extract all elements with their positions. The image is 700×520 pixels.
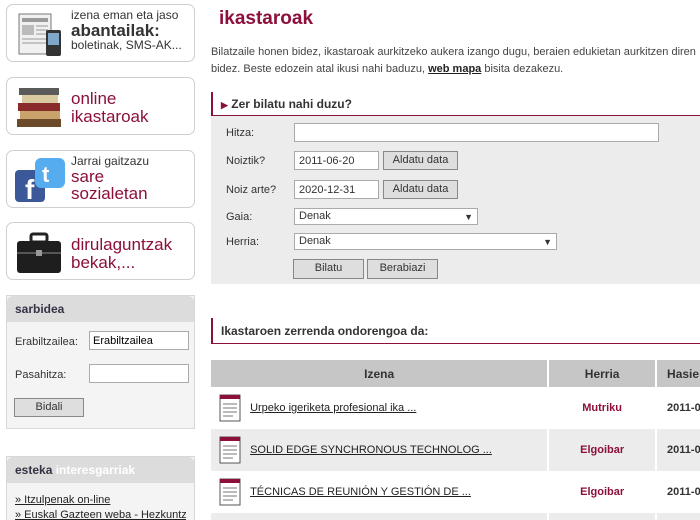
links-box: esteka interesgarriak » Itzulpenak on-li… [6,456,195,520]
town-cell: Elgoibar [548,471,658,513]
course-cell [211,513,550,520]
course-link[interactable]: SOLID EDGE SYNCHRONOUS TECHNOLOG ... [250,444,492,456]
intro-text: Bilatzaile honen bidez, ikastaroak aurki… [211,44,700,78]
login-title: sarbidea [7,296,194,322]
intro-line-3: bisita dezakezu. [484,63,564,75]
banner-3-line-1: Jarrai gaitzazu [71,154,150,168]
topic-select[interactable]: Denak ▼ [294,208,478,225]
sidebar: izena eman eta jaso abantailak: boletina… [0,0,200,520]
town-cell: Elgoibar [548,429,658,471]
chevron-right-icon: ▶ [221,100,228,110]
course-cell: SOLID EDGE SYNCHRONOUS TECHNOLOG ... [211,429,550,471]
banner-1-line-3: boletinak, SMS-AK... [71,38,182,53]
link-youth-web[interactable]: » Euskal Gazteen weba - Hezkuntza [15,508,186,520]
from-date-label: Noiztik? [226,155,266,167]
start-date-cell: 2011-0 [656,429,700,471]
books-icon [13,83,67,131]
links-list: » Itzulpenak on-line » Euskal Gazteen we… [7,483,194,520]
document-icon [219,394,241,422]
svg-text:f: f [25,174,35,204]
change-to-date-button[interactable]: Aldatu data [383,180,458,199]
start-date-cell [656,513,700,520]
banner-1-line-2: abantailak: [71,20,160,40]
site-map-link[interactable]: web mapa [428,63,481,75]
town-select[interactable]: Denak ▼ [294,233,557,250]
change-from-date-button[interactable]: Aldatu data [383,151,458,170]
reset-button[interactable]: Berabiazi [367,259,438,279]
course-link[interactable]: Urpeko igeriketa profesional ika ... [250,402,416,414]
town-cell: Mutriku [548,387,658,429]
to-date-input[interactable] [294,180,379,199]
topic-label: Gaia: [226,211,253,223]
results-table: Izena Herria Hasiera Urpeko igeriketa pr… [211,360,700,520]
keyword-label: Hitza: [226,127,255,139]
password-label: Pasahitza: [15,369,67,381]
link-translations[interactable]: » Itzulpenak on-line [15,493,186,508]
table-row [211,513,700,520]
newspaper-phone-icon [13,10,67,58]
banner-2-line-2: ikastaroak [71,106,149,126]
username-label: Erabiltzailea: [15,336,78,348]
banner-1-line-1: izena eman eta jaso [71,8,179,22]
from-date-input[interactable] [294,151,379,170]
start-date-cell: 2011-0 [656,387,700,429]
banner-3-line-3: sozialetan [71,184,148,204]
course-cell: TÉCNICAS DE REUNIÓN Y GESTIÓN DE ... [211,471,550,513]
password-input[interactable] [89,364,189,383]
online-courses-banner[interactable]: online ikastaroak [6,77,195,135]
login-submit-button[interactable]: Bidali [14,398,84,417]
keyword-input[interactable] [294,123,659,142]
search-panel: Hitza: Noiztik? Aldatu data Noiz arte? A… [211,116,700,284]
benefits-banner[interactable]: izena eman eta jaso abantailak: boletina… [6,4,195,62]
links-title-light: interesgarriak [55,463,136,477]
topic-select-value: Denak [299,210,331,222]
banner-2-line-1: online [71,89,117,108]
banner-4-line-1: dirulaguntzak [71,235,173,254]
username-input[interactable] [89,331,189,350]
social-networks-banner[interactable]: f t Jarrai gaitzazu sare sozialetan [6,150,195,208]
document-icon [219,478,241,506]
links-title: esteka interesgarriak [7,457,194,483]
course-link[interactable]: TÉCNICAS DE REUNIÓN Y GESTIÓN DE ... [250,486,471,498]
dropdown-arrow-icon: ▼ [543,237,552,247]
search-button[interactable]: Bilatu [293,259,364,279]
document-icon [219,436,241,464]
table-header-row: Izena Herria Hasiera [211,360,700,387]
table-row[interactable]: SOLID EDGE SYNCHRONOUS TECHNOLOG ... Elg… [211,429,700,471]
login-box: sarbidea Erabiltzailea: Pasahitza: Bidal… [6,295,195,429]
town-select-value: Denak [299,235,331,247]
links-title-dark: esteka [15,463,53,477]
column-header-name[interactable]: Izena [211,360,550,387]
search-heading: ▶ Zer bilatu nahi duzu? [211,92,700,116]
banner-3-line-2: sare [71,166,105,186]
town-cell [548,513,658,520]
start-date-cell: 2011-0 [656,471,700,513]
column-header-town[interactable]: Herria [548,360,658,387]
main-content: ikastaroak Bilatzaile honen bidez, ikast… [211,0,700,520]
column-header-start[interactable]: Hasiera [656,360,700,387]
course-cell: Urpeko igeriketa profesional ika ... [211,387,550,429]
town-label: Herria: [226,236,260,248]
banner-4-line-2: bekak,... [71,252,136,272]
results-heading-text: Ikastaroen zerrenda ondorengoa da: [221,324,429,338]
results-heading: Ikastaroen zerrenda ondorengoa da: [211,318,700,344]
intro-line-1: Bilatzaile honen bidez, ikastaroak aurki… [211,46,696,58]
table-row[interactable]: Urpeko igeriketa profesional ika ... Mut… [211,387,700,429]
table-row[interactable]: TÉCNICAS DE REUNIÓN Y GESTIÓN DE ... Elg… [211,471,700,513]
intro-line-2: bidez. Beste edozein atal ikusi nahi bad… [211,63,426,75]
page-title: ikastaroak [219,8,314,29]
dropdown-arrow-icon: ▼ [464,212,473,222]
grants-banner[interactable]: dirulaguntzak bekak,... [6,222,195,280]
svg-text:t: t [42,162,50,187]
search-heading-text: Zer bilatu nahi duzu? [231,97,352,111]
briefcase-icon [13,228,67,276]
to-date-label: Noiz arte? [226,184,277,196]
social-media-icon: f t [13,156,67,205]
